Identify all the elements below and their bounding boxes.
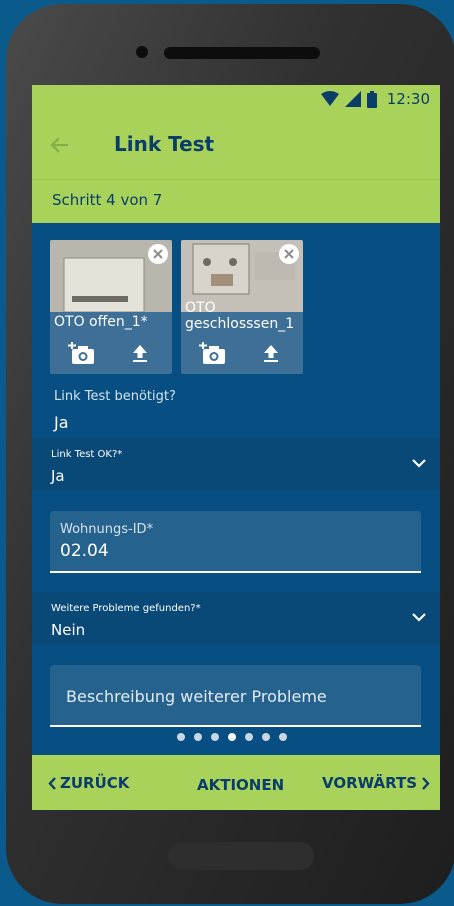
- bottom-nav-bar: ZURÜCK AKTIONEN VORWÄRTS: [32, 755, 440, 810]
- further-problems-select[interactable]: Weitere Probleme gefunden?* Nein: [32, 592, 440, 644]
- front-camera: [136, 46, 148, 58]
- link-test-ok-label: Link Test OK?*: [51, 449, 123, 460]
- chevron-down-icon: [412, 613, 426, 622]
- link-test-ok-value: Ja: [51, 467, 65, 485]
- forward-button[interactable]: VORWÄRTS: [322, 774, 430, 792]
- upload-icon[interactable]: [263, 344, 279, 362]
- page-indicator: [177, 733, 287, 741]
- further-problems-value: Nein: [51, 621, 86, 639]
- apartment-id-value[interactable]: 02.04: [60, 541, 109, 561]
- page-dot: [194, 733, 202, 741]
- forward-button-label: VORWÄRTS: [322, 774, 418, 792]
- photo-caption: OTO geschlosssen_1: [185, 300, 295, 332]
- status-bar: 12:30: [32, 85, 440, 115]
- photo-caption: OTO offen_1*: [54, 314, 148, 330]
- page-dot: [245, 733, 253, 741]
- further-problems-label: Weitere Probleme gefunden?*: [51, 603, 201, 614]
- problem-description-placeholder[interactable]: Beschreibung weiterer Probleme: [66, 687, 327, 706]
- link-test-needed-label: Link Test benötigt?: [54, 389, 176, 404]
- page-dot: [262, 733, 270, 741]
- back-button-label: ZURÜCK: [60, 774, 130, 792]
- page-dot-active: [228, 733, 236, 741]
- upload-icon[interactable]: [132, 344, 148, 362]
- page-dot: [211, 733, 219, 741]
- home-button[interactable]: [168, 842, 314, 870]
- wifi-icon: [320, 91, 339, 106]
- app-screen: 12:30 Link Test Schritt 4 von 7 OTO offe…: [32, 85, 440, 810]
- step-text: Schritt 4 von 7: [52, 191, 163, 209]
- actions-button[interactable]: AKTIONEN: [197, 776, 284, 794]
- close-icon[interactable]: [148, 244, 168, 264]
- page-dot: [279, 733, 287, 741]
- close-icon[interactable]: [279, 244, 299, 264]
- page-title: Link Test: [114, 132, 215, 156]
- chevron-left-icon: [48, 776, 56, 790]
- back-button[interactable]: ZURÜCK: [48, 774, 129, 792]
- status-time: 12:30: [386, 90, 430, 108]
- chevron-down-icon: [412, 459, 426, 468]
- battery-icon: [366, 90, 377, 108]
- photo-card-oto-closed[interactable]: OTO geschlosssen_1: [181, 240, 303, 374]
- page-dot: [177, 733, 185, 741]
- photo-card-oto-open[interactable]: OTO offen_1*: [50, 240, 172, 374]
- add-photo-icon[interactable]: [199, 342, 225, 364]
- problem-description-field[interactable]: Beschreibung weiterer Probleme: [50, 665, 421, 727]
- link-test-needed-value: Ja: [54, 413, 69, 432]
- apartment-id-field[interactable]: Wohnungs-ID* 02.04: [50, 511, 421, 573]
- earpiece-speaker: [164, 47, 320, 59]
- signal-icon: [344, 91, 361, 107]
- link-test-ok-select[interactable]: Link Test OK?* Ja: [32, 438, 440, 490]
- back-arrow-icon[interactable]: [48, 133, 72, 157]
- app-bar: Link Test: [32, 115, 440, 179]
- chevron-right-icon: [422, 776, 430, 790]
- add-photo-icon[interactable]: [68, 342, 94, 364]
- step-indicator: Schritt 4 von 7: [32, 179, 440, 223]
- apartment-id-label: Wohnungs-ID*: [60, 522, 154, 537]
